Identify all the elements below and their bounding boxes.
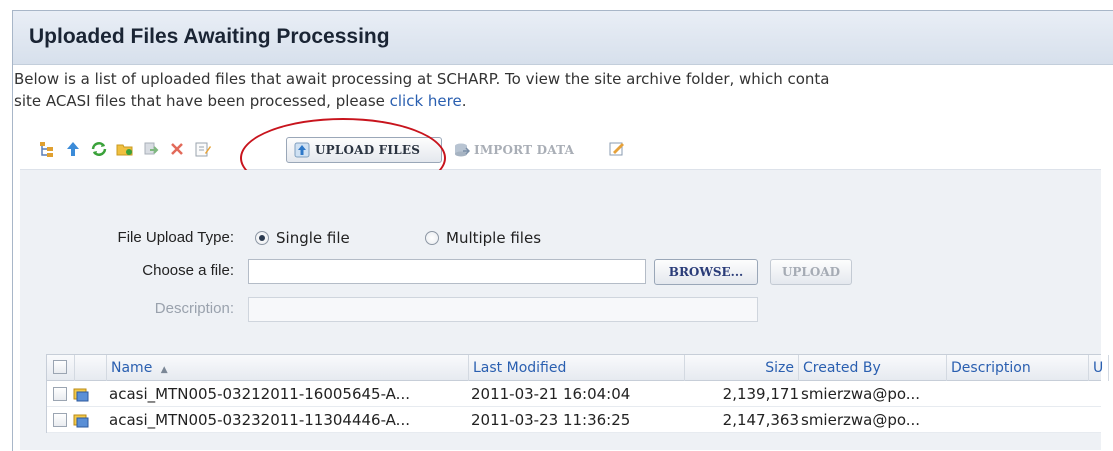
file-path-input[interactable] [248, 259, 646, 284]
file-icon [73, 412, 89, 428]
intro-line-2: site ACASI files that have been processe… [14, 90, 1113, 112]
import-icon [452, 141, 471, 159]
last-modified-cell: 2011-03-23 11:36:25 [471, 411, 631, 429]
multiple-files-label: Multiple files [446, 229, 542, 247]
column-header-name-label: Name [111, 360, 153, 376]
description-cell [949, 381, 1089, 407]
description-label: Description: [154, 300, 234, 317]
panel-header: Uploaded Files Awaiting Processing [13, 11, 1113, 65]
upload-files-label: UPLOAD FILES [315, 143, 421, 157]
new-folder-icon[interactable] [114, 138, 136, 160]
last-modified-cell: 2011-03-21 16:04:04 [471, 385, 631, 403]
files-grid: Name ▲ Last Modified Size Created By Des… [46, 354, 1109, 433]
choose-file-label: Choose a file: [142, 262, 234, 279]
file-upload-type-label: File Upload Type: [117, 229, 234, 246]
single-file-label: Single file [276, 229, 350, 247]
size-cell: 2,139,171 [722, 385, 799, 403]
browse-button[interactable]: BROWSE... [654, 259, 758, 285]
import-data-button[interactable]: IMPORT DATA [446, 137, 606, 163]
click-here-link[interactable]: click here [390, 92, 462, 110]
upload-files-button[interactable]: UPLOAD FILES [286, 137, 442, 163]
size-cell: 2,147,363 [722, 411, 799, 429]
column-header-created-by[interactable]: Created By [799, 355, 947, 381]
select-all-checkbox[interactable] [53, 360, 67, 374]
delete-icon[interactable] [166, 138, 188, 160]
header-select-cell [47, 355, 75, 381]
refresh-icon[interactable] [88, 138, 110, 160]
sort-ascending-icon: ▲ [160, 365, 168, 375]
panel-title: Uploaded Files Awaiting Processing [29, 25, 390, 48]
edit-icon[interactable] [606, 138, 628, 160]
file-icon [73, 386, 89, 402]
column-header-description[interactable]: Description [947, 355, 1089, 381]
grid-header: Name ▲ Last Modified Size Created By Des… [47, 355, 1109, 381]
import-data-label: IMPORT DATA [474, 143, 575, 157]
column-header-name[interactable]: Name ▲ [107, 355, 469, 381]
description-input[interactable] [248, 297, 758, 322]
single-file-radio[interactable] [255, 231, 269, 245]
toolbar: UPLOAD FILES IMPORT DATA [20, 130, 1101, 170]
created-by-cell: smierzwa@po... [801, 411, 921, 429]
column-header-size[interactable]: Size [685, 355, 799, 381]
tree-icon[interactable] [36, 138, 58, 160]
created-by-cell: smierzwa@po... [801, 385, 921, 403]
edit-properties-icon[interactable] [192, 138, 214, 160]
file-name-cell[interactable]: acasi_MTN005-03212011-16005645-A... [109, 381, 469, 407]
up-arrow-icon[interactable] [62, 138, 84, 160]
row-checkbox[interactable] [53, 387, 67, 401]
header-icon-cell [75, 355, 107, 381]
intro-line-1: Below is a list of uploaded files that a… [14, 70, 830, 88]
column-header-last-modified[interactable]: Last Modified [469, 355, 685, 381]
table-row[interactable]: acasi_MTN005-03212011-16005645-A... 2011… [47, 381, 1101, 407]
upload-button[interactable]: UPLOAD [770, 259, 852, 285]
intro-text: Below is a list of uploaded files that a… [14, 68, 1113, 112]
move-icon[interactable] [140, 138, 162, 160]
upload-icon [293, 141, 311, 159]
multiple-files-radio[interactable] [425, 231, 439, 245]
row-checkbox[interactable] [53, 413, 67, 427]
file-name-cell[interactable]: acasi_MTN005-03232011-11304446-A... [109, 407, 469, 433]
description-cell [949, 407, 1089, 433]
intro-line-2-suffix: . [461, 92, 467, 110]
intro-line-2-prefix: site ACASI files that have been processe… [14, 92, 390, 110]
table-row[interactable]: acasi_MTN005-03232011-11304446-A... 2011… [47, 407, 1101, 433]
column-header-more[interactable]: U [1089, 355, 1109, 381]
